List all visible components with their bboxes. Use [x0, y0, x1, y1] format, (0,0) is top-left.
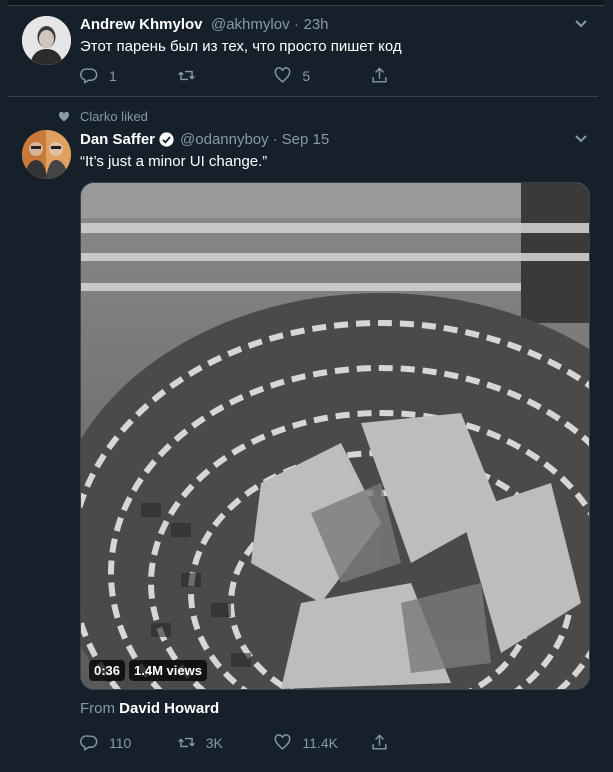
tweet-andrew-khmylov[interactable]: Andrew Khmylov @akhmylov · 23h Этот паре…: [8, 6, 598, 97]
like-icon: [275, 734, 291, 750]
like-button[interactable]: 5: [273, 66, 370, 85]
reply-count: 110: [109, 734, 132, 751]
like-icon: [275, 67, 291, 83]
separator: ·: [272, 131, 278, 148]
separator: ·: [294, 16, 300, 33]
retweet-icon: [177, 70, 195, 81]
author-name[interactable]: Andrew Khmylov: [80, 16, 203, 33]
social-context: Clarko liked: [58, 109, 148, 124]
share-icon: [372, 734, 387, 750]
share-button[interactable]: [370, 733, 410, 752]
reply-count: 1: [109, 67, 117, 84]
from-label: From: [80, 700, 115, 717]
verified-icon: [159, 132, 174, 147]
video-views: 1.4M views: [129, 660, 207, 681]
retweet-count: 3K: [205, 734, 223, 751]
like-button[interactable]: 11.4K: [273, 733, 370, 752]
reply-icon: [80, 735, 98, 751]
video-thumbnail: [81, 183, 589, 689]
video-player[interactable]: 0:36 1.4M views: [80, 182, 590, 690]
retweet-button[interactable]: [177, 66, 274, 85]
tweet-time[interactable]: Sep 15: [282, 131, 330, 148]
social-context-label[interactable]: Clarko liked: [80, 109, 148, 124]
author-handle[interactable]: @akhmylov: [211, 16, 290, 33]
like-count: 5: [302, 67, 311, 84]
retweet-icon: [177, 737, 195, 748]
share-button[interactable]: [370, 66, 410, 85]
chevron-down-icon[interactable]: [574, 18, 588, 32]
reply-icon: [80, 68, 98, 84]
share-icon: [372, 67, 387, 83]
author-handle[interactable]: @odannyboy: [180, 131, 269, 148]
retweet-button[interactable]: 3K: [177, 733, 274, 752]
attribution-author[interactable]: David Howard: [119, 700, 219, 717]
reply-button[interactable]: 110: [80, 733, 177, 752]
reply-button[interactable]: 1: [80, 66, 177, 85]
tweet-time[interactable]: 23h: [303, 16, 328, 33]
heart-icon: [58, 111, 70, 121]
attribution: From David Howard: [80, 700, 219, 717]
chevron-down-icon[interactable]: [574, 133, 588, 147]
author-name[interactable]: Dan Saffer: [80, 131, 155, 148]
tweet-dan-saffer[interactable]: Clarko liked Dan Saffer @odannyboy · Sep…: [8, 97, 598, 772]
avatar[interactable]: [22, 130, 71, 179]
avatar[interactable]: [22, 16, 71, 65]
video-duration: 0:36: [89, 660, 126, 681]
tweet-text: “It’s just a minor UI change.”: [80, 153, 268, 170]
tweet-text: Этот парень был из тех, что просто пишет…: [80, 38, 402, 55]
like-count: 11.4K: [302, 734, 338, 751]
